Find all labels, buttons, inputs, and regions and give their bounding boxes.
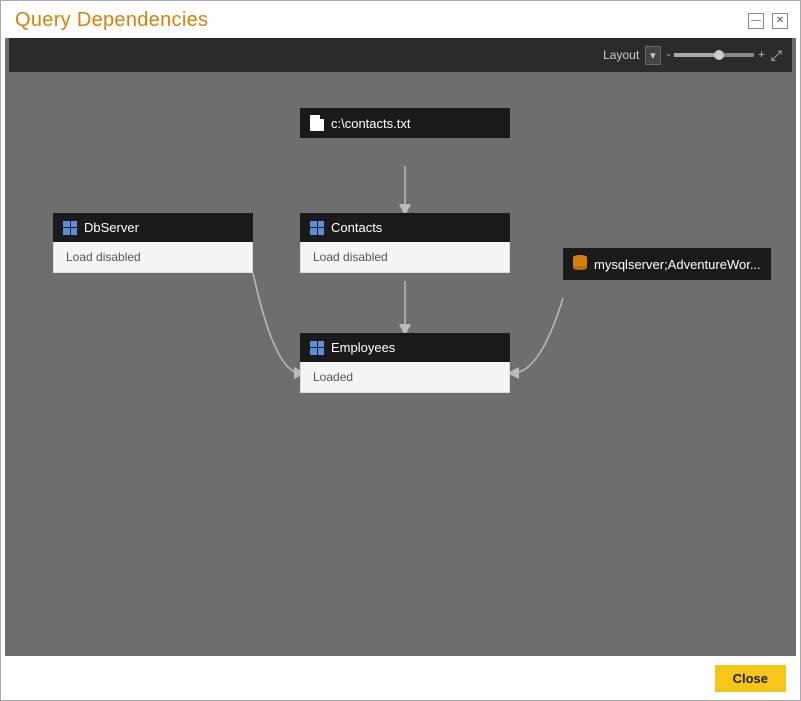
node-contacts-file: c:\contacts.txt (300, 108, 510, 138)
zoom-minus-label[interactable]: - (667, 49, 671, 61)
zoom-plus-label[interactable]: + (758, 49, 764, 61)
fit-to-screen-icon[interactable]: ⤢ (771, 47, 782, 64)
canvas-bottom-bar: Layout ▾ - + ⤢ (9, 38, 792, 72)
node-employees-header: Employees (300, 333, 510, 362)
node-contacts: Contacts Load disabled (300, 213, 510, 273)
title-controls: — ✕ (748, 13, 788, 29)
node-contacts-header: Contacts (300, 213, 510, 242)
node-employees: Employees Loaded (300, 333, 510, 393)
layout-dropdown[interactable]: ▾ (645, 46, 661, 65)
node-contacts-label: Contacts (331, 220, 382, 235)
grid-icon-dbserver (63, 221, 77, 235)
node-mysql-header: mysqlserver;AdventureWor... (563, 248, 771, 280)
zoom-bar: - + (667, 49, 765, 61)
main-window: Query Dependencies — ✕ (0, 0, 801, 701)
node-dbserver-label: DbServer (84, 220, 139, 235)
close-button[interactable]: Close (715, 665, 786, 692)
node-dbserver-header: DbServer (53, 213, 253, 242)
grid-icon-employees (310, 341, 324, 355)
node-mysql: mysqlserver;AdventureWor... (563, 248, 771, 280)
node-dbserver-body: Load disabled (53, 242, 253, 273)
node-employees-body: Loaded (300, 362, 510, 393)
node-dbserver: DbServer Load disabled (53, 213, 253, 273)
file-icon (310, 115, 324, 131)
footer-bar: Close (1, 656, 800, 700)
window-title: Query Dependencies (15, 9, 208, 32)
zoom-slider[interactable] (674, 53, 754, 57)
layout-dropdown-arrow: ▾ (650, 49, 656, 62)
node-dbserver-status: Load disabled (66, 250, 141, 264)
title-bar: Query Dependencies — ✕ (1, 1, 800, 38)
node-mysql-label: mysqlserver;AdventureWor... (594, 257, 761, 272)
close-window-button[interactable]: ✕ (772, 13, 788, 29)
cylinder-icon (573, 255, 587, 273)
node-contacts-status: Load disabled (313, 250, 388, 264)
node-contacts-file-header: c:\contacts.txt (300, 108, 510, 138)
layout-label: Layout (603, 48, 639, 62)
canvas-area: c:\contacts.txt Contacts Load disabled D… (5, 38, 796, 656)
node-contacts-file-label: c:\contacts.txt (331, 116, 410, 131)
node-contacts-body: Load disabled (300, 242, 510, 273)
minimize-button[interactable]: — (748, 13, 764, 29)
node-employees-status: Loaded (313, 370, 353, 384)
grid-icon-contacts (310, 221, 324, 235)
node-employees-label: Employees (331, 340, 395, 355)
